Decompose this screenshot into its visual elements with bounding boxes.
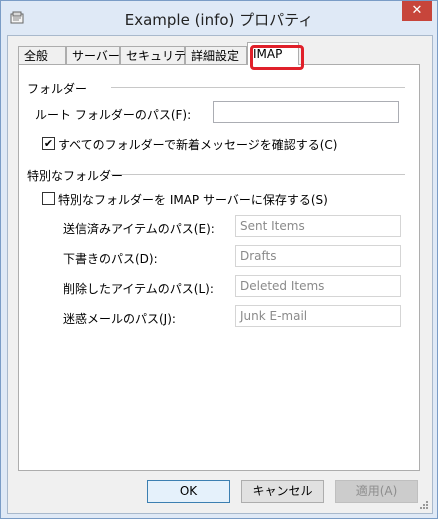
junk-email-input[interactable]: Junk E-mail (235, 305, 401, 327)
sent-items-label: 送信済みアイテムのパス(E): (63, 222, 215, 236)
dialog-body: 全般 サーバー セキュリティ 詳細設定 IMAP フォルダー ルート フォルダー… (7, 35, 433, 514)
deleted-items-label: 削除したアイテムのパス(L): (63, 282, 214, 296)
check-all-folders-checkbox[interactable]: ✔ (42, 137, 55, 150)
tab-general[interactable]: 全般 (18, 46, 66, 64)
resize-grip-icon[interactable] (419, 500, 429, 510)
store-on-server-label[interactable]: 特別なフォルダーを IMAP サーバーに保存する(S) (58, 191, 328, 208)
window-title: Example (info) プロパティ (124, 11, 314, 29)
root-path-input[interactable] (213, 101, 399, 123)
special-folders-group-title: 特別なフォルダー (27, 169, 124, 183)
folders-group-title: フォルダー (27, 82, 88, 96)
check-all-folders-label[interactable]: すべてのフォルダーで新着メッセージを確認する(C) (58, 136, 337, 153)
imap-tab-panel: フォルダー ルート フォルダーのパス(F): ✔ すべてのフォルダーで新着メッセ… (18, 64, 420, 471)
title-bar[interactable]: Example (info) プロパティ ✕ (1, 1, 437, 35)
tab-highlight-box (250, 45, 304, 70)
checkmark-icon: ✔ (43, 137, 54, 150)
cancel-button[interactable]: キャンセル (241, 480, 324, 503)
store-on-server-checkbox[interactable] (42, 192, 55, 205)
deleted-items-input[interactable]: Deleted Items (235, 275, 401, 297)
properties-window: Example (info) プロパティ ✕ 全般 サーバー セキュリティ 詳細… (0, 0, 438, 519)
drafts-input[interactable]: Drafts (235, 245, 401, 267)
tab-security[interactable]: セキュリティ (120, 46, 197, 64)
ok-button[interactable]: OK (147, 480, 230, 503)
sent-items-input[interactable]: Sent Items (235, 215, 401, 237)
apply-button[interactable]: 適用(A) (335, 480, 418, 503)
tab-advanced[interactable]: 詳細設定 (185, 46, 247, 64)
tab-server[interactable]: サーバー (66, 46, 120, 64)
folders-group-divider (111, 87, 405, 88)
drafts-label: 下書きのパス(D): (63, 252, 158, 266)
root-path-label: ルート フォルダーのパス(F): (35, 108, 192, 122)
junk-email-label: 迷惑メールのパス(J): (63, 312, 176, 326)
special-folders-group-divider (111, 174, 405, 175)
close-button[interactable]: ✕ (402, 1, 432, 21)
close-icon: ✕ (411, 3, 423, 18)
